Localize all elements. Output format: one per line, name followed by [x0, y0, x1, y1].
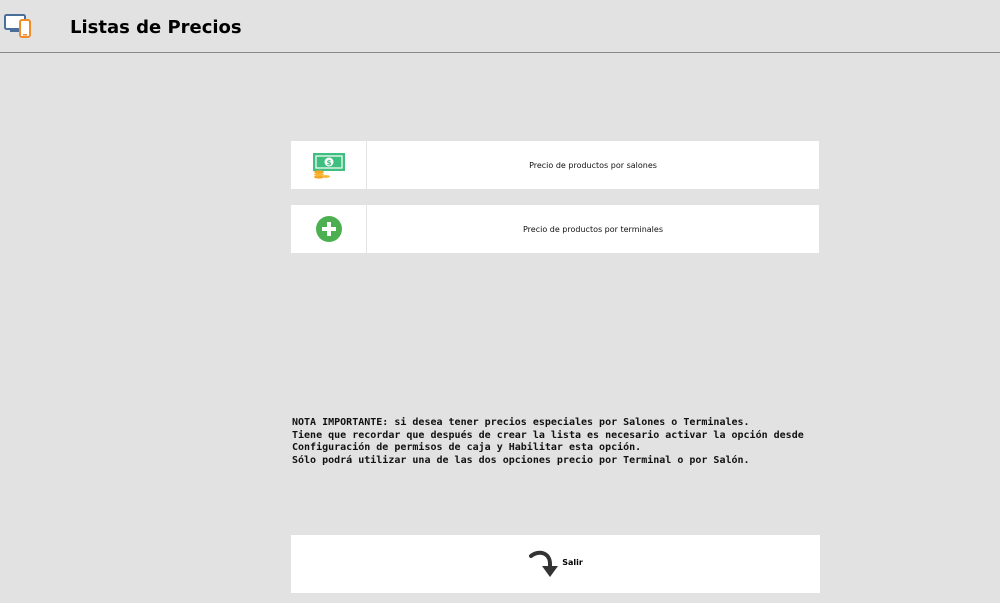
important-note: NOTA IMPORTANTE: si desea tener precios … [292, 417, 812, 467]
exit-button[interactable]: Salir [291, 535, 820, 593]
option-price-by-terminals[interactable]: Precio de productos por terminales [291, 205, 819, 253]
page-title: Listas de Precios [70, 17, 242, 38]
note-line: NOTA IMPORTANTE: si desea tener precios … [292, 417, 750, 428]
note-line: Sólo podrá utilizar una de las dos opcio… [292, 454, 750, 466]
plus-circle-icon [315, 216, 342, 242]
exit-button-content: Salir [528, 550, 583, 578]
devices-icon [4, 14, 31, 38]
note-line: Configuración de permisos de caja y Habi… [292, 442, 642, 453]
option-label: Precio de productos por terminales [522, 224, 663, 234]
money-coins-icon: $ [312, 153, 345, 179]
svg-text:$: $ [326, 159, 331, 167]
header-bar: Listas de Precios [0, 0, 1000, 53]
option-icon-cell: $ [291, 141, 367, 189]
option-label: Precio de productos por salones [529, 160, 657, 170]
curved-arrow-down-icon [529, 550, 559, 577]
option-icon-cell [291, 205, 367, 253]
exit-label: Salir [562, 557, 583, 567]
note-line: Tiene que recordar que después de crear … [292, 429, 804, 441]
option-price-by-salons[interactable]: $ Precio de productos por salones [291, 141, 819, 189]
